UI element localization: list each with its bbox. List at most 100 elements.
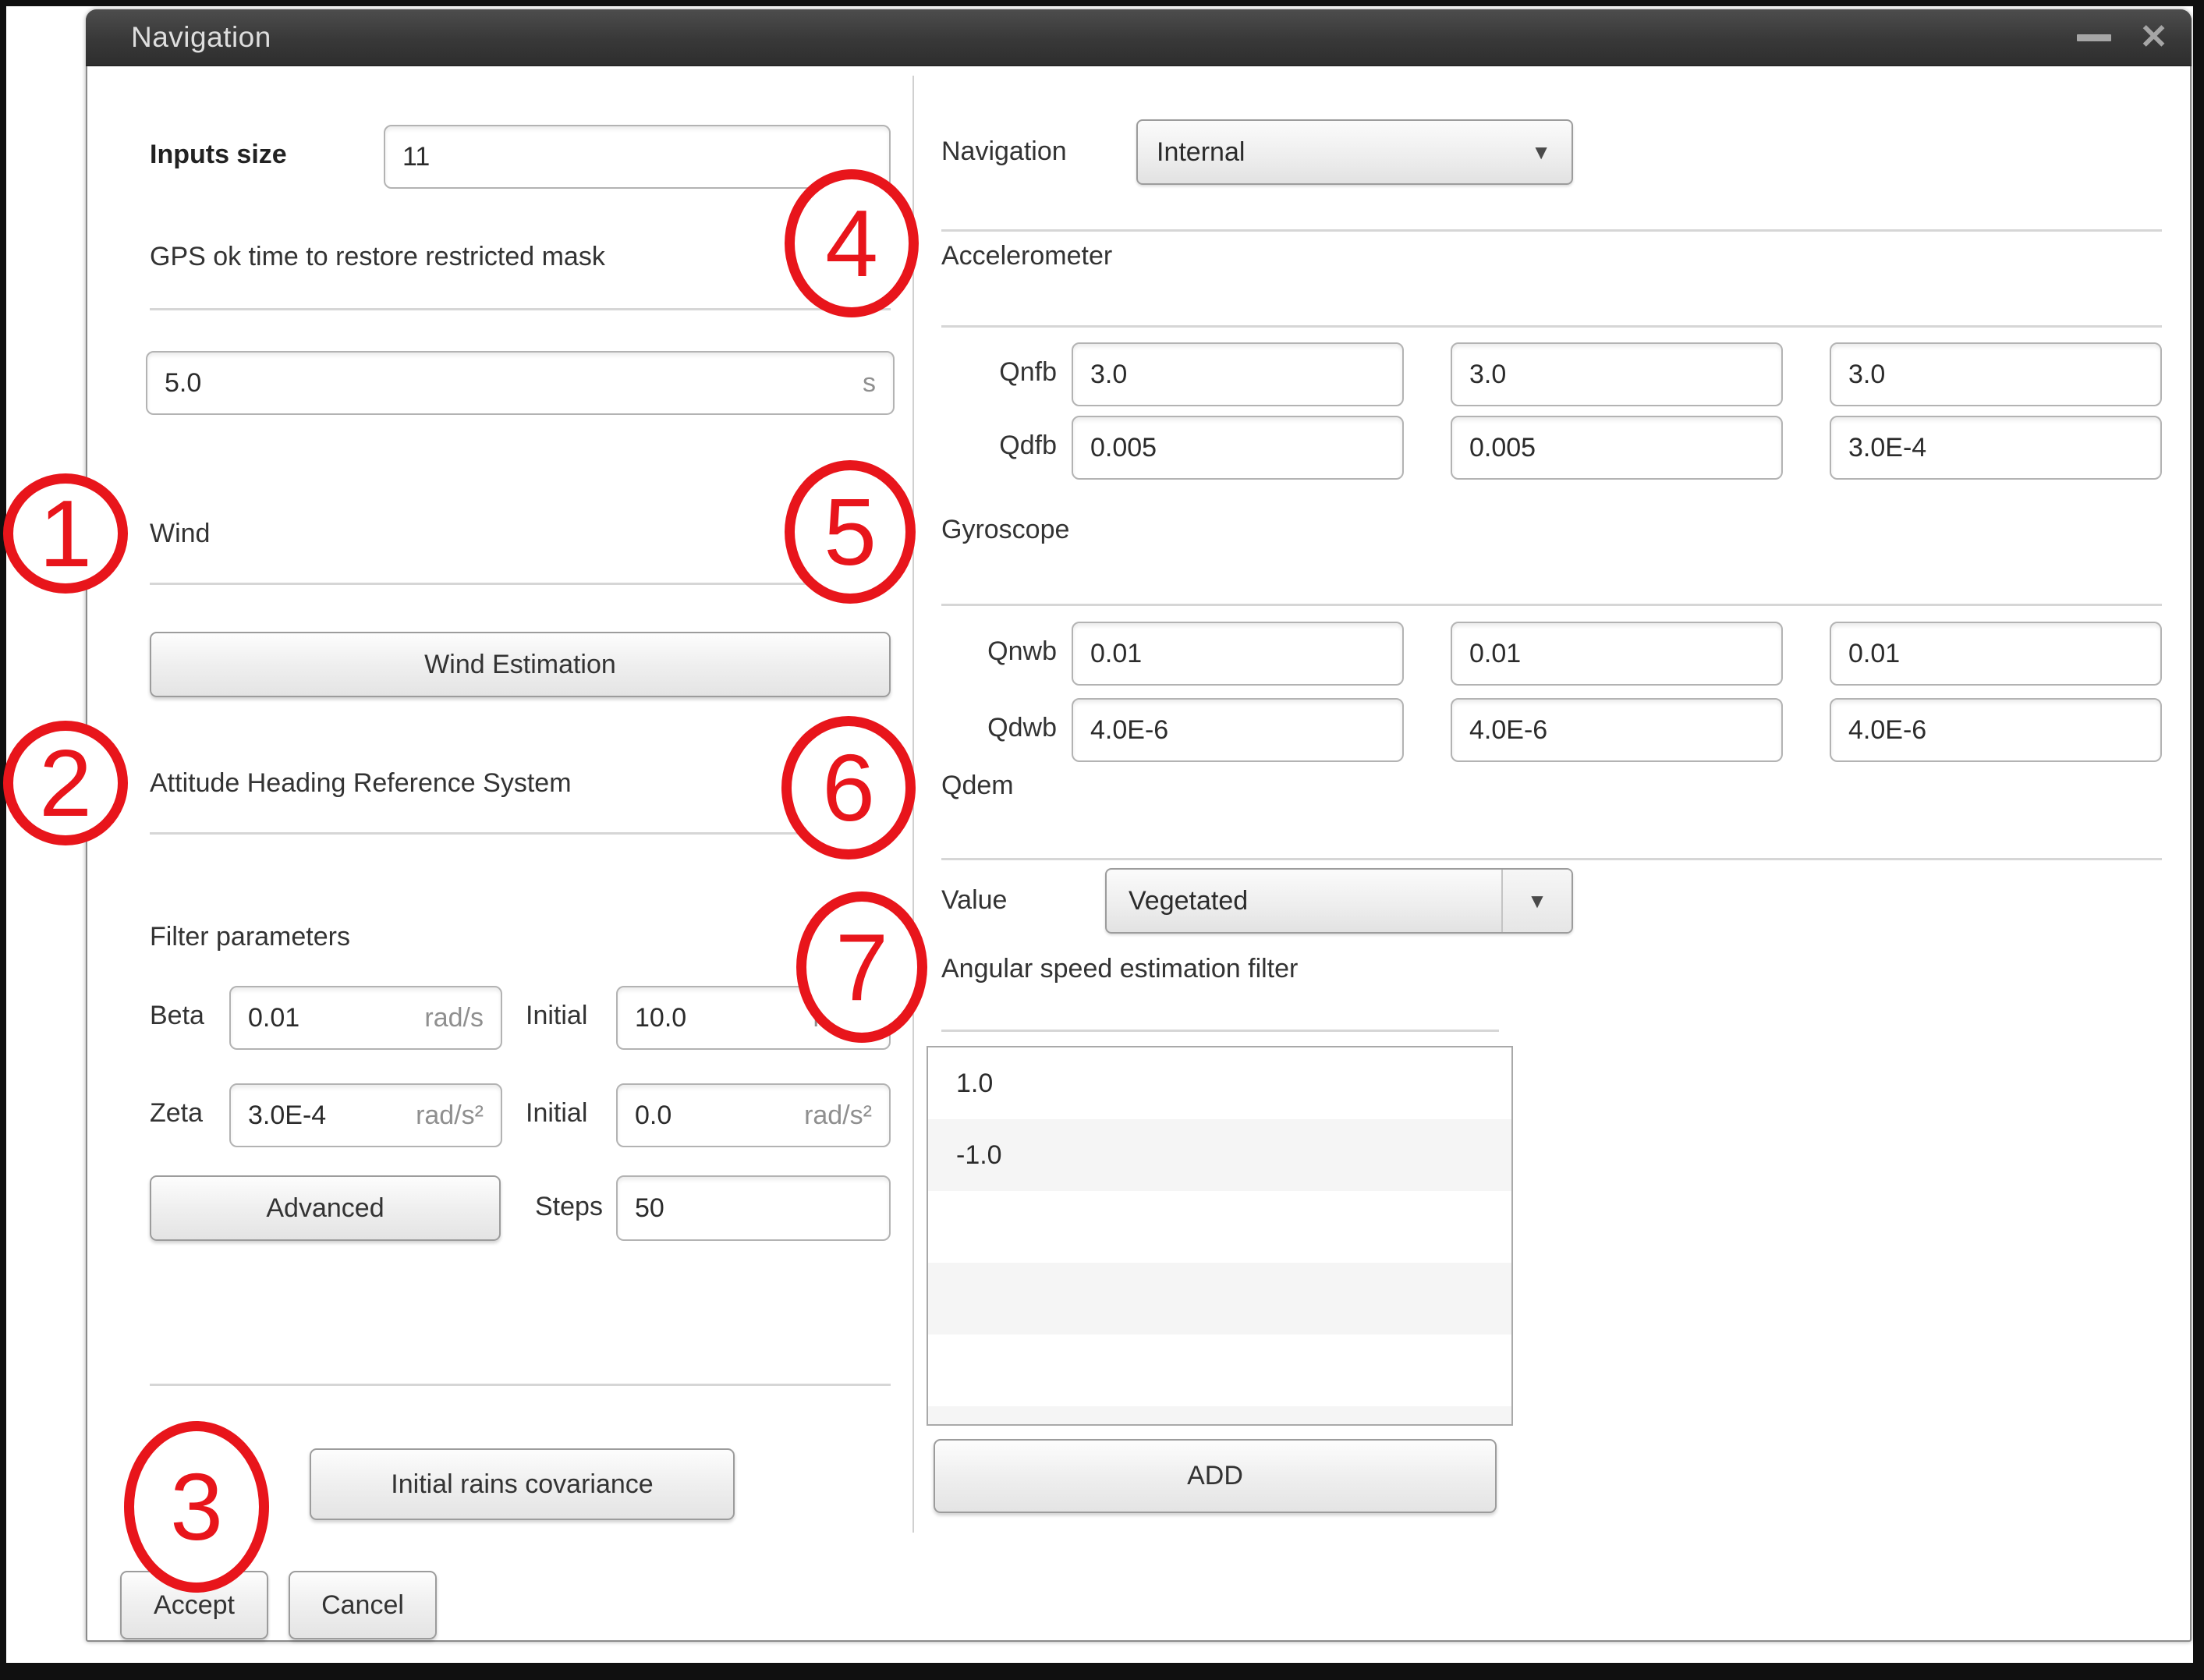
inputs-size-label: Inputs size <box>150 140 287 170</box>
navigation-dialog: Navigation ✕ Inputs size 11 GPS ok time … <box>86 9 2192 1642</box>
separator <box>941 604 2162 606</box>
window-title: Navigation <box>131 21 271 54</box>
advanced-button[interactable]: Advanced <box>150 1175 501 1241</box>
qdwb-input-x[interactable]: 4.0E-6 <box>1072 698 1404 762</box>
annotation-number: 2 <box>39 728 92 838</box>
separator <box>150 832 891 835</box>
qdwb-value-z: 4.0E-6 <box>1848 715 1926 746</box>
annotation-circle-2: 2 <box>3 721 128 845</box>
steps-input[interactable]: 50 <box>616 1175 891 1241</box>
wind-estimation-button[interactable]: Wind Estimation <box>150 632 891 697</box>
ahrs-header: Attitude Heading Reference System <box>150 768 572 799</box>
list-item[interactable]: -1.0 <box>928 1119 1511 1191</box>
zeta-input[interactable]: 3.0E-4 rad/s² <box>229 1083 502 1147</box>
title-bar[interactable]: Navigation ✕ <box>86 9 2192 66</box>
zeta-label: Zeta <box>150 1098 203 1129</box>
separator <box>941 229 2162 232</box>
zeta-initial-input[interactable]: 0.0 rad/s² <box>616 1083 891 1147</box>
qnfb-input-x[interactable]: 3.0 <box>1072 342 1404 406</box>
separator <box>941 325 2162 328</box>
qdfb-value-y: 0.005 <box>1469 433 1536 463</box>
angular-filter-list[interactable]: 1.0 -1.0 <box>927 1046 1513 1426</box>
steps-label: Steps <box>535 1192 603 1222</box>
gps-ok-time-value: 5.0 <box>165 368 201 399</box>
gps-ok-time-label: GPS ok time to restore restricted mask <box>150 242 605 272</box>
inputs-size-input[interactable]: 11 <box>384 125 891 189</box>
zeta-value: 3.0E-4 <box>248 1101 326 1131</box>
qnwb-value-y: 0.01 <box>1469 639 1521 669</box>
list-item-empty <box>928 1334 1511 1406</box>
qdfb-input-z[interactable]: 3.0E-4 <box>1830 416 2162 480</box>
qdfb-input-y[interactable]: 0.005 <box>1451 416 1783 480</box>
list-item[interactable]: 1.0 <box>928 1047 1511 1119</box>
steps-value: 50 <box>635 1193 664 1224</box>
annotation-circle-6: 6 <box>781 716 916 859</box>
qnwb-input-y[interactable]: 0.01 <box>1451 622 1783 686</box>
annotation-circle-5: 5 <box>785 460 916 604</box>
beta-input[interactable]: 0.01 rad/s <box>229 986 502 1050</box>
qnwb-input-x[interactable]: 0.01 <box>1072 622 1404 686</box>
beta-value: 0.01 <box>248 1003 299 1033</box>
gps-ok-time-input[interactable]: 5.0 s <box>146 351 895 415</box>
annotation-circle-7: 7 <box>796 891 927 1043</box>
qdwb-input-z[interactable]: 4.0E-6 <box>1830 698 2162 762</box>
inputs-size-value: 11 <box>402 142 430 172</box>
qnfb-input-z[interactable]: 3.0 <box>1830 342 2162 406</box>
add-button[interactable]: ADD <box>934 1439 1497 1513</box>
qnwb-value-x: 0.01 <box>1090 639 1142 669</box>
qdem-value-dropdown[interactable]: Vegetated ▼ <box>1105 868 1573 934</box>
zeta-initial-unit: rad/s² <box>804 1101 872 1131</box>
qdem-header: Qdem <box>941 771 1014 801</box>
qnwb-input-z[interactable]: 0.01 <box>1830 622 2162 686</box>
annotation-number: 1 <box>39 479 92 588</box>
qdwb-value-y: 4.0E-6 <box>1469 715 1547 746</box>
initial-rains-covariance-button[interactable]: Initial rains covariance <box>310 1448 735 1520</box>
cancel-button[interactable]: Cancel <box>289 1571 437 1639</box>
chevron-down-icon: ▼ <box>1531 140 1551 165</box>
window-controls: ✕ <box>2077 20 2168 55</box>
chevron-down-icon[interactable]: ▼ <box>1501 870 1572 932</box>
annotation-number: 6 <box>822 733 875 842</box>
annotation-number: 4 <box>825 189 878 298</box>
navigation-mode-value: Internal <box>1157 137 1245 168</box>
qdwb-input-y[interactable]: 4.0E-6 <box>1451 698 1783 762</box>
qdem-value: Vegetated <box>1129 886 1248 916</box>
qdfb-value-x: 0.005 <box>1090 433 1157 463</box>
beta-initial-value: 10.0 <box>635 1003 686 1033</box>
list-item-empty <box>928 1191 1511 1263</box>
list-item-value: 1.0 <box>956 1069 993 1099</box>
close-icon[interactable]: ✕ <box>2139 20 2168 55</box>
separator <box>941 858 2162 860</box>
annotation-circle-4: 4 <box>785 169 919 317</box>
zeta-initial-value: 0.0 <box>635 1101 671 1131</box>
minimize-icon[interactable] <box>2077 34 2111 41</box>
qdfb-value-z: 3.0E-4 <box>1848 433 1926 463</box>
wind-header: Wind <box>150 519 210 549</box>
separator <box>150 1384 891 1386</box>
annotation-number: 5 <box>824 477 877 587</box>
separator <box>150 308 891 310</box>
qnfb-value-z: 3.0 <box>1848 360 1885 390</box>
list-item-value: -1.0 <box>956 1140 1002 1171</box>
annotation-circle-1: 1 <box>3 473 128 594</box>
qdfb-label: Qdfb <box>941 431 1057 461</box>
qdfb-input-x[interactable]: 0.005 <box>1072 416 1404 480</box>
gps-ok-time-unit: s <box>863 368 876 399</box>
annotation-number: 3 <box>170 1452 223 1561</box>
zeta-unit: rad/s² <box>416 1101 484 1131</box>
beta-unit: rad/s <box>424 1003 484 1033</box>
navigation-mode-dropdown[interactable]: Internal ▼ <box>1136 119 1573 185</box>
separator <box>941 1030 1499 1032</box>
annotation-circle-3: 3 <box>124 1421 269 1593</box>
navigation-mode-label: Navigation <box>941 136 1067 167</box>
qdem-value-label: Value <box>941 885 1007 916</box>
angular-filter-header: Angular speed estimation filter <box>941 954 1298 984</box>
qnfb-input-y[interactable]: 3.0 <box>1451 342 1783 406</box>
dialog-content: Inputs size 11 GPS ok time to restore re… <box>87 66 2190 1640</box>
filter-parameters-label: Filter parameters <box>150 922 350 952</box>
list-item-empty <box>928 1263 1511 1334</box>
qdwb-label: Qdwb <box>941 713 1057 743</box>
list-item-empty <box>928 1406 1511 1426</box>
qnwb-value-z: 0.01 <box>1848 639 1900 669</box>
qdwb-value-x: 4.0E-6 <box>1090 715 1168 746</box>
